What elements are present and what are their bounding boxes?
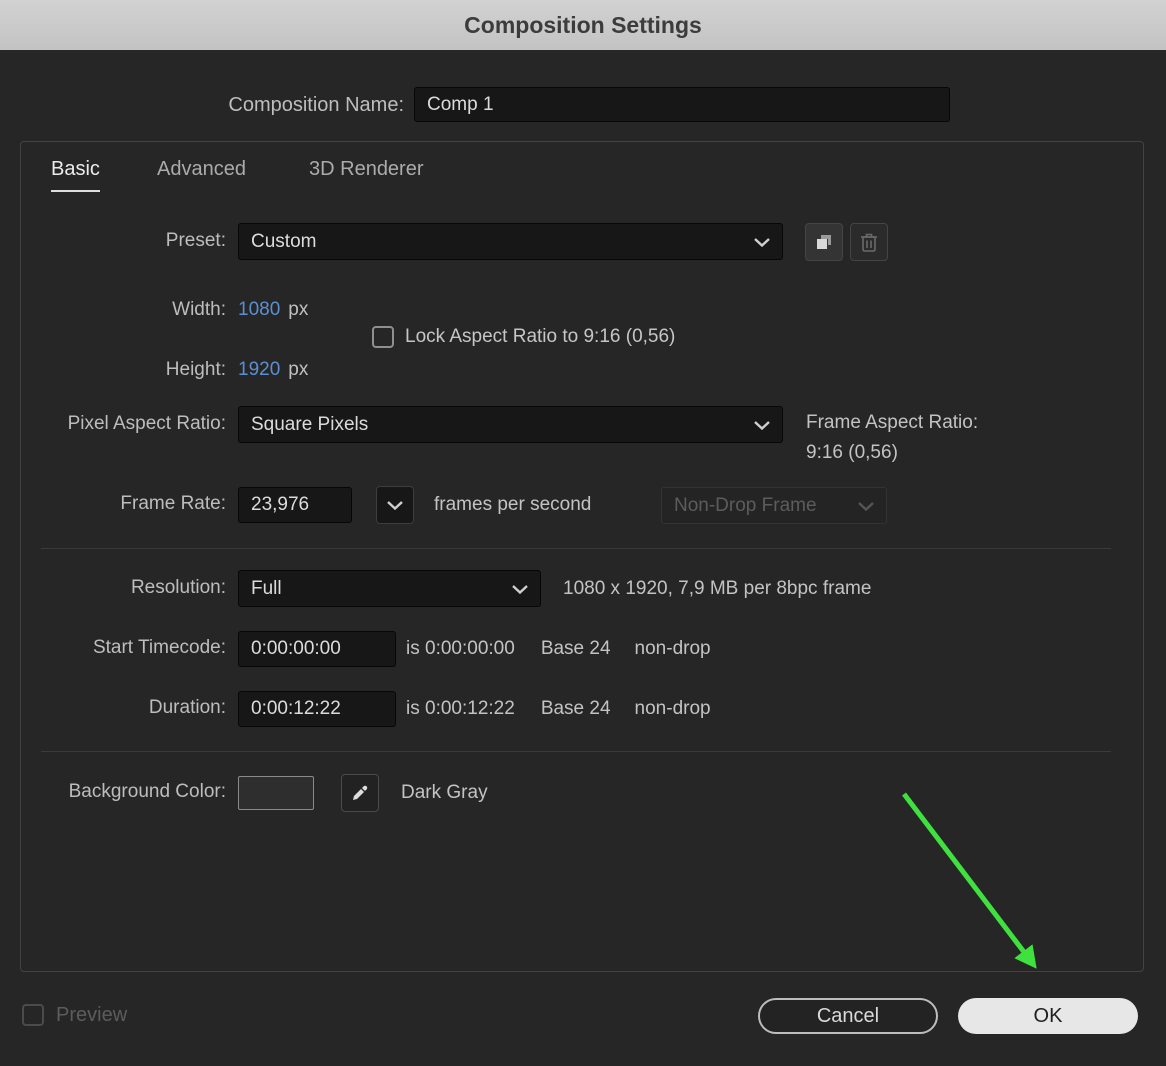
eyedropper-button[interactable] [341,774,379,812]
height-number[interactable]: 1920 [238,359,280,380]
duration-input[interactable] [238,691,396,727]
pixel-aspect-ratio-label: Pixel Aspect Ratio: [67,413,226,434]
width-unit: px [288,299,309,320]
preset-value: Custom [251,230,317,252]
pixel-aspect-ratio-select[interactable]: Square Pixels [238,406,783,443]
lock-aspect-ratio-label: Lock Aspect Ratio to 9:16 (0,56) [405,326,676,347]
frame-rate-input[interactable] [238,487,352,523]
background-color-swatch[interactable] [238,776,314,810]
eyedropper-icon [353,785,368,800]
preview-checkbox[interactable] [22,1004,44,1026]
start-timecode-base: Base 24 [540,638,611,659]
divider [41,751,1111,752]
chevron-down-icon [512,584,528,594]
settings-panel: Basic Advanced 3D Renderer Preset: Custo… [20,141,1144,972]
frame-aspect-ratio-value: 9:16 (0,56) [806,442,898,463]
tab-advanced[interactable]: Advanced [157,158,246,190]
duration-is: is 0:00:12:22 [406,698,515,719]
start-timecode-input[interactable] [238,631,396,667]
height-label: Height: [165,359,226,380]
chevron-down-icon [754,420,770,430]
drop-frame-value: Non-Drop Frame [674,494,817,516]
ok-button[interactable]: OK [958,998,1138,1034]
save-preset-button[interactable] [805,223,843,261]
width-value[interactable]: 1080 px [238,292,308,328]
resolution-label: Resolution: [130,577,226,598]
lock-aspect-ratio-checkbox[interactable] [372,326,394,348]
width-number[interactable]: 1080 [238,299,280,320]
frame-rate-label: Frame Rate: [120,493,226,514]
save-preset-icon [817,235,831,249]
start-timecode-info: is 0:00:00:00 Base 24 non-drop [406,630,711,668]
height-unit: px [288,359,309,380]
frame-aspect-ratio: Frame Aspect Ratio: 9:16 (0,56) [806,408,978,468]
start-timecode-is: is 0:00:00:00 [406,638,515,659]
frame-rate-suffix: frames per second [434,494,592,515]
preset-select[interactable]: Custom [238,223,783,260]
dialog-title-bar: Composition Settings [0,0,1166,50]
delete-preset-button[interactable] [850,223,888,261]
background-color-name: Dark Gray [401,782,488,803]
dialog-title: Composition Settings [464,11,702,38]
chevron-down-icon [858,501,874,511]
resolution-value: Full [251,577,282,599]
pixel-aspect-ratio-value: Square Pixels [251,413,369,435]
preview-label: Preview [56,1004,128,1026]
chevron-down-icon [754,237,770,247]
duration-drop: non-drop [634,698,711,719]
composition-name-input[interactable] [414,87,950,122]
background-color-label: Background Color: [68,781,226,802]
resolution-info: 1080 x 1920, 7,9 MB per 8bpc frame [563,578,872,599]
start-timecode-drop: non-drop [634,638,711,659]
duration-label: Duration: [148,697,226,718]
tab-3d-renderer[interactable]: 3D Renderer [309,158,424,190]
frame-aspect-ratio-label: Frame Aspect Ratio: [806,412,979,433]
cancel-button[interactable]: Cancel [758,998,938,1034]
resolution-select[interactable]: Full [238,570,541,607]
duration-base: Base 24 [540,698,611,719]
height-value[interactable]: 1920 px [238,352,308,388]
divider [41,548,1111,549]
tab-basic[interactable]: Basic [51,158,100,192]
chevron-down-icon [387,501,403,510]
duration-info: is 0:00:12:22 Base 24 non-drop [406,690,711,728]
drop-frame-select[interactable]: Non-Drop Frame [661,487,887,524]
frame-rate-dropdown-button[interactable] [376,486,414,524]
trash-icon [861,233,877,252]
width-label: Width: [172,299,226,320]
preset-label: Preset: [165,230,226,251]
start-timecode-label: Start Timecode: [92,637,226,658]
composition-name-label: Composition Name: [228,94,404,116]
